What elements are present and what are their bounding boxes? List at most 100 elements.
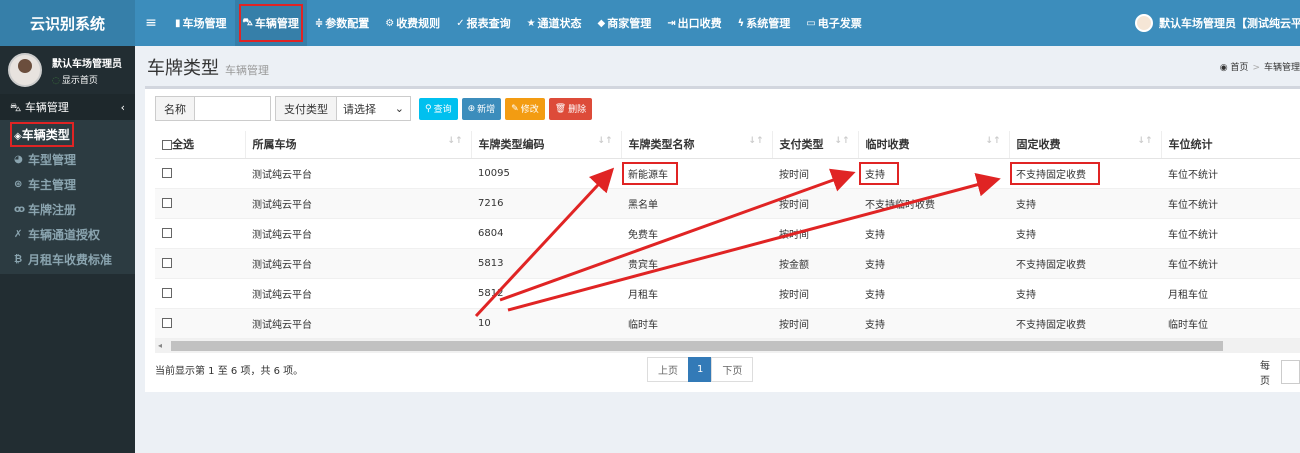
select-all[interactable]: 全选 — [155, 131, 246, 159]
user-panel: 默认车场管理员 ◌ 显示首页 — [0, 46, 135, 94]
pagination: 上页 1 下页 — [647, 357, 754, 382]
cell-space-stats: 车位不统计 — [1161, 158, 1300, 189]
cell-space-stats: 临时车位 — [1161, 308, 1300, 339]
bitcoin-icon: ₿ — [14, 254, 23, 265]
circle-icon: ◌ — [52, 75, 60, 86]
next-page-button[interactable]: 下页 — [711, 357, 754, 382]
pay-type-select[interactable]: 请选择 ⌄ — [337, 96, 411, 121]
cell-type-name: 新能源车 — [621, 158, 772, 189]
cell-type-code: 5812 — [471, 278, 621, 309]
nav-reports[interactable]: ✓ 报表查询 — [448, 0, 518, 46]
sort-icon[interactable]: ↓↑ — [985, 136, 1000, 146]
row-checkbox[interactable] — [162, 167, 172, 178]
sidebar-item-vehicle-type[interactable]: ◈车辆类型 — [0, 122, 135, 147]
cell-fixed-fee: 不支持固定收费 — [1009, 308, 1161, 339]
shield-icon: ◕ — [14, 154, 23, 165]
sidebar-item-owner[interactable]: ⊛ 车主管理 — [0, 172, 135, 197]
sidebar-section-vehicle[interactable]: ⛍ 车辆管理 ‹ — [0, 94, 135, 120]
col-pay-type[interactable]: 支付类型 ↓↑ — [772, 131, 859, 159]
cell-type-name: 月租车 — [621, 278, 772, 309]
search-icon: ⚲ — [425, 103, 432, 114]
cell-temp-fee: 支持 — [858, 278, 1009, 309]
app-logo[interactable]: 云识别系统 — [0, 0, 135, 46]
invoice-icon: ▭ — [806, 17, 816, 29]
col-space-stats[interactable]: 车位统计 — [1161, 131, 1300, 159]
table-row[interactable]: 测试纯云平台 5813 贵宾车 按金额 支持 不支持固定收费 车位不统计 — [155, 248, 1300, 279]
cell-space-stats: 车位不统计 — [1161, 218, 1300, 249]
cell-pay-type: 按时间 — [772, 278, 858, 309]
col-type-code[interactable]: 车牌类型编码 ↓↑ — [471, 131, 622, 159]
row-checkbox[interactable] — [162, 287, 172, 298]
table-header: 全选 所属车场 ↓↑ 车牌类型编码 ↓↑ 车牌类型名称 ↓↑ 支付类型 ↓↑ 临时收费 ↓… — [155, 131, 1300, 159]
table-row[interactable]: 测试纯云平台 10 临时车 按时间 支持 不支持固定收费 临时车位 — [155, 308, 1300, 339]
sort-icon[interactable]: ↓↑ — [597, 136, 612, 146]
sidebar-item-car-model[interactable]: ◕ 车型管理 — [0, 147, 135, 172]
nav-billing-rules[interactable]: ⚙ 收费规则 — [377, 0, 448, 46]
page-size-select[interactable] — [1281, 360, 1300, 384]
home-link[interactable]: ◌ 显示首页 — [52, 73, 122, 86]
nav-exit-fee[interactable]: ⇥ 出口收费 — [659, 0, 729, 46]
nav-channel-status[interactable]: ★ 通道状态 — [519, 0, 590, 46]
sort-icon[interactable]: ↓↑ — [447, 136, 462, 146]
edit-icon: ✎ — [511, 103, 519, 114]
cell-temp-fee: 不支持临时收费 — [858, 188, 1009, 219]
cell-space-stats: 车位不统计 — [1161, 188, 1300, 219]
content-header: 车牌类型 车辆管理 ◉ 首页 > 车辆管理 — [135, 46, 1300, 86]
nav-vehicle[interactable]: ⛍ 车辆管理 — [234, 0, 307, 46]
cell-type-code: 10095 — [471, 158, 621, 189]
scroll-left-icon[interactable]: ◂ — [158, 341, 162, 350]
cell-temp-fee: 支持 — [858, 248, 1009, 279]
sidebar-item-monthly-fee[interactable]: ₿ 月租车收费标准 — [0, 247, 135, 272]
sort-icon[interactable]: ↓↑ — [1137, 136, 1152, 146]
cell-temp-fee: 支持 — [858, 308, 1009, 339]
gears-icon: ⚙ — [385, 17, 395, 29]
col-type-name[interactable]: 车牌类型名称 ↓↑ — [621, 131, 773, 159]
vehicle-type-table: 全选 所属车场 ↓↑ 车牌类型编码 ↓↑ 车牌类型名称 ↓↑ 支付类型 ↓↑ 临时收费 ↓… — [155, 131, 1300, 339]
sort-icon[interactable]: ↓↑ — [748, 136, 763, 146]
table-row[interactable]: 测试纯云平台 5812 月租车 按时间 支持 支持 月租车位 — [155, 278, 1300, 309]
cell-fixed-fee: 支持 — [1009, 218, 1161, 249]
horizontal-scrollbar[interactable]: ◂ — [155, 339, 1300, 353]
tag-icon: ◆ — [597, 17, 606, 29]
table-row[interactable]: 测试纯云平台 7216 黑名单 按时间 不支持临时收费 支持 车位不统计 — [155, 188, 1300, 219]
dashboard-icon: ◉ — [1219, 63, 1228, 73]
menu-toggle-icon[interactable]: ≡ — [135, 15, 167, 31]
nav-system[interactable]: ϟ 系统管理 — [730, 0, 799, 46]
parking-icon: ▮ — [175, 17, 181, 29]
row-checkbox[interactable] — [162, 257, 172, 268]
col-temp-fee[interactable]: 临时收费 ↓↑ — [858, 131, 1010, 159]
query-button[interactable]: ⚲ 查询 — [419, 97, 458, 120]
col-parking-lot[interactable]: 所属车场 ↓↑ — [245, 131, 472, 159]
page-size-label: 每页 — [1260, 361, 1270, 387]
nav-params[interactable]: ≑ 参数配置 — [307, 0, 377, 46]
checkbox[interactable] — [162, 140, 172, 151]
sort-icon[interactable]: ↓↑ — [834, 136, 849, 146]
pay-type-label: 支付类型 — [275, 96, 337, 121]
sidebar-item-channel-auth[interactable]: ✗ 车辆通道授权 — [0, 222, 135, 247]
table-row[interactable]: 测试纯云平台 6804 免费车 按时间 支持 支持 车位不统计 — [155, 218, 1300, 249]
prev-page-button[interactable]: 上页 — [647, 357, 689, 382]
row-checkbox[interactable] — [162, 317, 172, 328]
nav-merchant[interactable]: ◆ 商家管理 — [590, 0, 660, 46]
col-fixed-fee[interactable]: 固定收费 ↓↑ — [1009, 131, 1162, 159]
scroll-thumb[interactable] — [171, 341, 1223, 351]
user-menu[interactable]: 默认车场管理员【测试纯云平 — [1135, 0, 1300, 46]
avatar — [1135, 14, 1153, 32]
page-subtitle: 车辆管理 — [225, 64, 269, 77]
name-input[interactable] — [195, 96, 271, 121]
edit-button[interactable]: ✎ 修改 — [505, 97, 545, 120]
nav-invoice[interactable]: ▭ 电子发票 — [798, 0, 869, 46]
gear-icon: ⊛ — [14, 179, 23, 190]
table-row[interactable]: 测试纯云平台 10095 新能源车 按时间 支持 不支持固定收费 车位不统计 — [155, 158, 1300, 189]
page-1-button[interactable]: 1 — [688, 357, 713, 382]
nav-parking-lot[interactable]: ▮ 车场管理 — [167, 0, 235, 46]
breadcrumb-home[interactable]: 首页 — [1230, 63, 1248, 73]
delete-button[interactable]: 🗑 删除 — [548, 97, 593, 120]
add-button[interactable]: ⊕ 新增 — [461, 97, 502, 120]
row-checkbox[interactable] — [162, 197, 172, 208]
sidebar-item-plate-register[interactable]: ꝏ 车牌注册 — [0, 197, 135, 222]
toolbar: 名称 支付类型 请选择 ⌄ ⚲ 查询 ⊕ 新增 ✎ 修改 🗑 删除 — [155, 96, 593, 121]
row-checkbox[interactable] — [162, 227, 172, 238]
cell-fixed-fee: 不支持固定收费 — [1009, 248, 1161, 279]
breadcrumb: ◉ 首页 > 车辆管理 — [1219, 63, 1300, 73]
